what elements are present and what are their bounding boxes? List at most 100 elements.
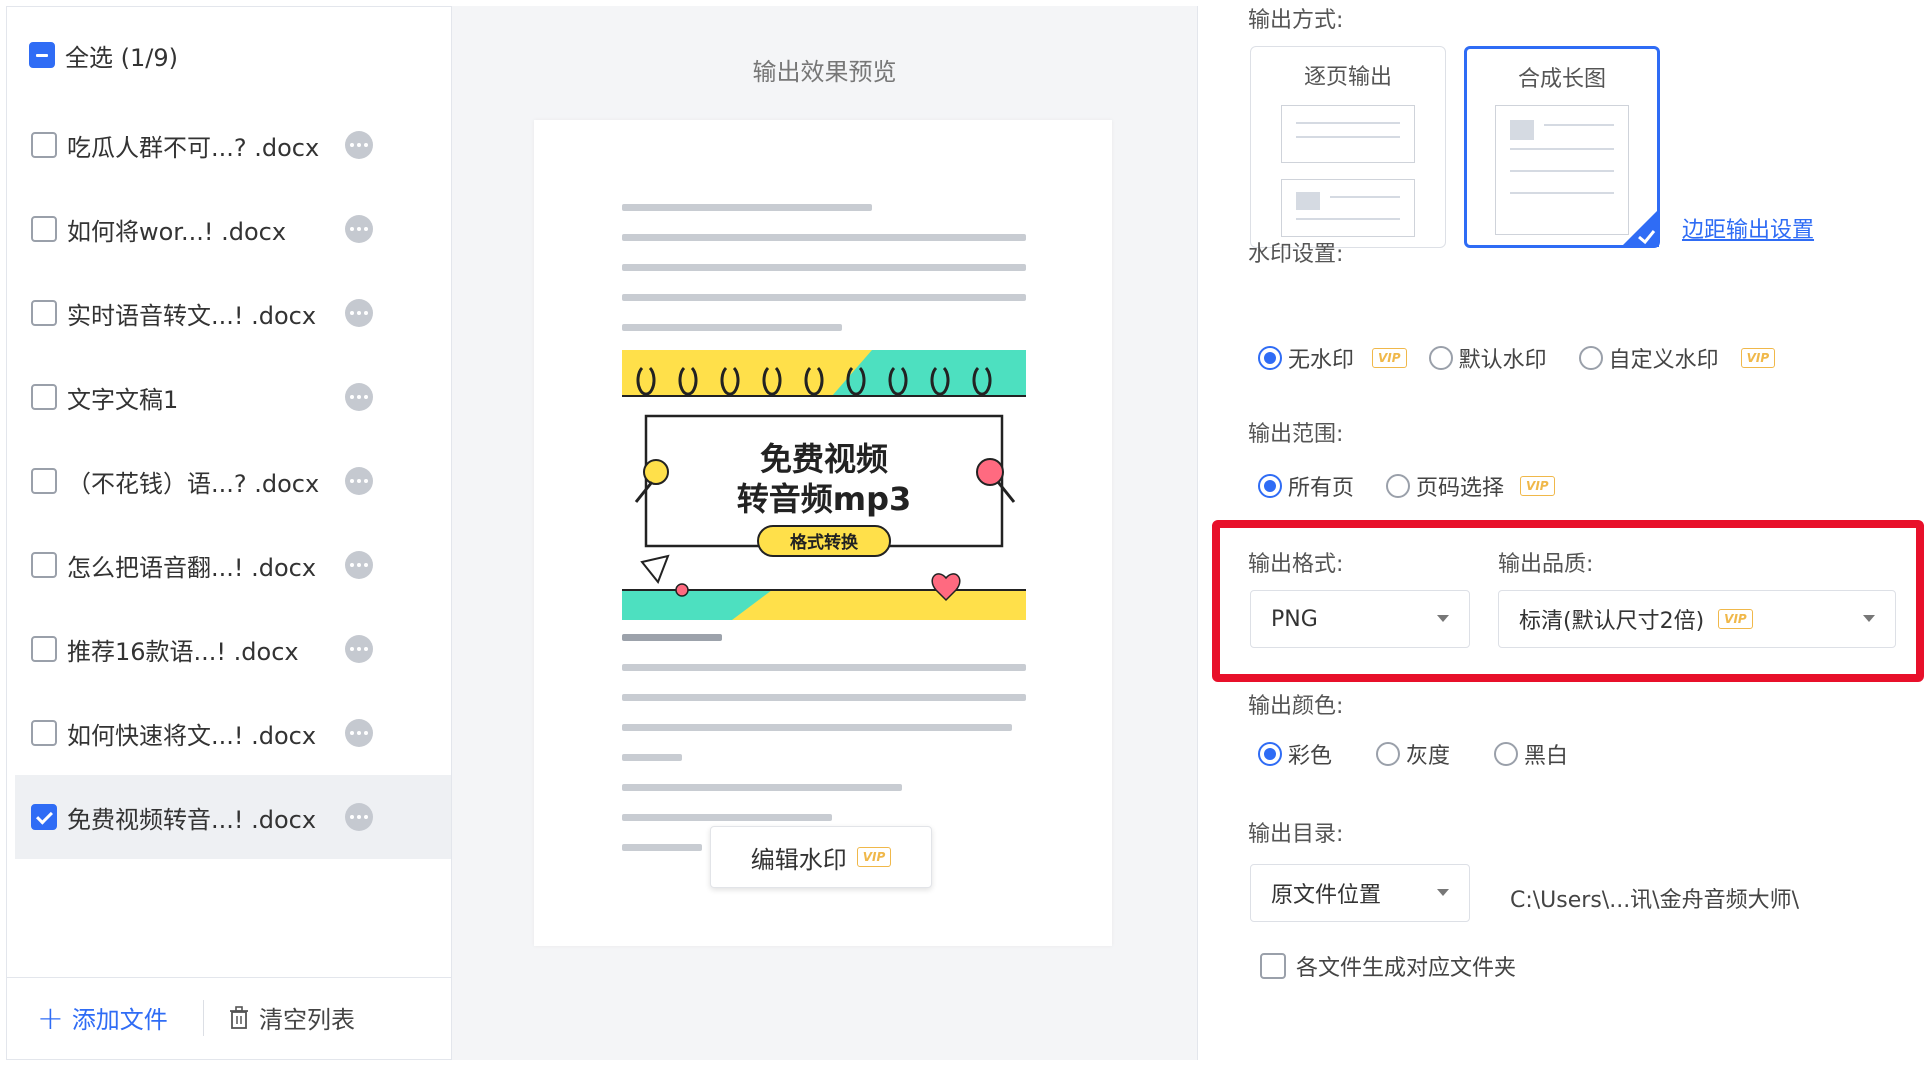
doc-text-line: [622, 784, 902, 791]
doc-text-line: [622, 814, 832, 821]
file-list-item[interactable]: （不花钱）语...? .docx: [15, 439, 451, 523]
preview-panel: 输出效果预览 免费视频 转音频mp3 格式转换 编辑水印 VIP: [452, 6, 1198, 1060]
output-dir-label: 输出目录:: [1248, 822, 1344, 847]
per-file-folder-checkbox[interactable]: 各文件生成对应文件夹: [1260, 950, 1516, 982]
file-name: 文字文稿1: [67, 385, 179, 414]
output-dir-value: 原文件位置: [1271, 883, 1382, 908]
highlight-box: [1212, 520, 1924, 682]
radio[interactable]: [1386, 474, 1411, 498]
add-file-label: 添加文件: [71, 1006, 168, 1034]
color-bw-option[interactable]: 黑白: [1494, 738, 1568, 770]
vip-badge: VIP: [1740, 348, 1776, 368]
more-options-icon[interactable]: [345, 467, 373, 495]
doc-text-line: [622, 294, 1026, 301]
range-all-option[interactable]: 所有页: [1258, 470, 1354, 502]
mode-per-page-card[interactable]: 逐页输出: [1250, 46, 1446, 248]
more-options-icon[interactable]: [345, 551, 373, 579]
color-bw-label: 黑白: [1524, 744, 1569, 769]
range-options: 所有页 页码选择 VIP: [1258, 470, 1555, 502]
radio[interactable]: [1258, 346, 1282, 370]
file-checkbox[interactable]: [31, 132, 57, 158]
watermark-default-label: 默认水印: [1458, 348, 1547, 373]
file-list-item[interactable]: 如何快速将文...! .docx: [15, 691, 451, 775]
watermark-default-option[interactable]: 默认水印: [1428, 342, 1547, 374]
doc-text-line: [622, 204, 872, 211]
mini-page-icon: [1281, 105, 1415, 163]
file-checkbox[interactable]: [31, 468, 57, 494]
radio[interactable]: [1376, 742, 1401, 766]
more-options-icon[interactable]: [345, 383, 373, 411]
file-list-item[interactable]: 实时语音转文...! .docx: [15, 271, 451, 355]
watermark-custom-option[interactable]: 自定义水印 VIP: [1578, 342, 1776, 374]
radio[interactable]: [1258, 742, 1282, 766]
doc-text-line: [622, 844, 702, 851]
doc-text-line: [622, 324, 842, 331]
file-checkbox[interactable]: [31, 720, 57, 746]
range-pages-label: 页码选择: [1416, 476, 1505, 501]
more-options-icon[interactable]: [345, 803, 373, 831]
radio[interactable]: [1578, 346, 1603, 370]
banner-title-line1: 免费视频: [760, 440, 888, 478]
footer-divider: [203, 1000, 204, 1036]
plus-icon: +: [37, 998, 64, 1037]
more-options-icon[interactable]: [345, 299, 373, 327]
file-list-item[interactable]: 免费视频转音...! .docx: [15, 775, 451, 859]
mini-page-icon: [1281, 179, 1415, 237]
radio[interactable]: [1494, 742, 1519, 766]
vip-badge: VIP: [856, 847, 892, 867]
file-name: 怎么把语音翻...! .docx: [67, 553, 317, 582]
color-full-label: 彩色: [1288, 744, 1333, 769]
banner-image: 免费视频 转音频mp3 格式转换: [622, 350, 1026, 620]
file-checkbox[interactable]: [31, 552, 57, 578]
output-mode-label: 输出方式:: [1248, 8, 1344, 33]
more-options-icon[interactable]: [345, 131, 373, 159]
doc-text-line: [622, 754, 682, 761]
file-name: 如何将wor...! .docx: [67, 217, 287, 246]
output-dir-path: C:\Users\...讯\金舟音频大师\: [1510, 888, 1800, 913]
doc-text-line: [622, 694, 1026, 701]
color-label: 输出颜色:: [1248, 694, 1344, 719]
edit-watermark-label: 编辑水印: [750, 845, 847, 874]
add-file-button[interactable]: + 添加文件: [37, 1000, 168, 1035]
file-list-item[interactable]: 怎么把语音翻...! .docx: [15, 523, 451, 607]
clear-list-button[interactable]: 清空列表: [229, 1000, 355, 1035]
per-file-folder-label: 各文件生成对应文件夹: [1296, 956, 1517, 981]
file-list-item[interactable]: 推荐16款语...! .docx: [15, 607, 451, 691]
color-gray-option[interactable]: 灰度: [1376, 738, 1450, 770]
select-all-box[interactable]: [29, 42, 55, 68]
output-dir-select[interactable]: 原文件位置: [1250, 864, 1470, 922]
file-checkbox[interactable]: [31, 216, 57, 242]
clear-list-label: 清空列表: [259, 1006, 355, 1034]
range-pages-option[interactable]: 页码选择 VIP: [1386, 470, 1555, 502]
color-full-option[interactable]: 彩色: [1258, 738, 1332, 770]
file-checkbox[interactable]: [31, 384, 57, 410]
color-gray-label: 灰度: [1406, 744, 1451, 769]
trash-icon: [230, 1005, 248, 1029]
file-list-item[interactable]: 吃瓜人群不可...? .docx: [15, 103, 451, 187]
watermark-none-option[interactable]: 无水印 VIP: [1258, 342, 1407, 374]
vip-badge: VIP: [1372, 348, 1407, 368]
more-options-icon[interactable]: [345, 215, 373, 243]
file-checkbox[interactable]: [31, 636, 57, 662]
vip-badge: VIP: [1520, 476, 1555, 496]
file-list-footer: + 添加文件 清空列表: [7, 977, 451, 1059]
radio[interactable]: [1258, 474, 1282, 498]
file-checkbox[interactable]: [31, 804, 57, 830]
file-list-item[interactable]: 文字文稿1: [15, 355, 451, 439]
watermark-custom-label: 自定义水印: [1608, 348, 1719, 373]
radio[interactable]: [1428, 346, 1453, 370]
select-all-checkbox[interactable]: 全选 (1/9): [29, 37, 178, 73]
checkbox[interactable]: [1260, 953, 1286, 979]
doc-heading-line: [622, 634, 722, 641]
margin-settings-link[interactable]: 边距输出设置: [1682, 212, 1814, 244]
mini-long-page-icon: [1495, 105, 1629, 235]
mode-long-image-card[interactable]: 合成长图: [1464, 46, 1660, 248]
color-options: 彩色 灰度 黑白: [1258, 738, 1568, 770]
more-options-icon[interactable]: [345, 719, 373, 747]
edit-watermark-button[interactable]: 编辑水印 VIP: [710, 826, 932, 888]
file-list-item[interactable]: 如何将wor...! .docx: [15, 187, 451, 271]
range-all-label: 所有页: [1288, 476, 1355, 501]
more-options-icon[interactable]: [345, 635, 373, 663]
file-checkbox[interactable]: [31, 300, 57, 326]
file-name: （不花钱）语...? .docx: [67, 469, 320, 498]
